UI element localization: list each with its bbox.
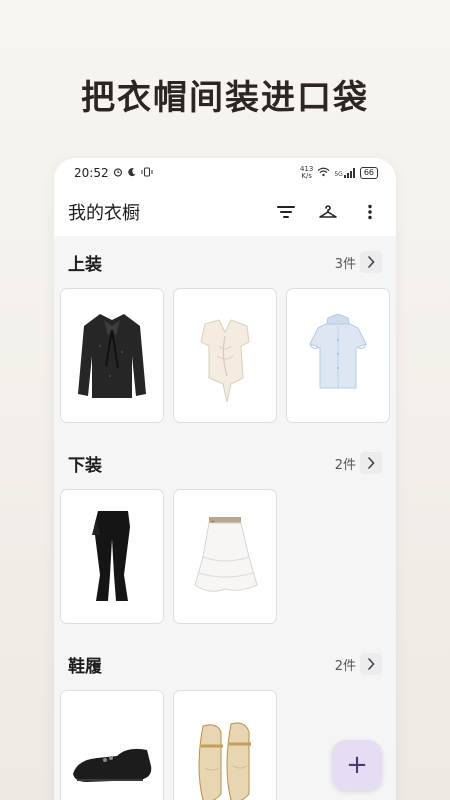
section-title: 鞋履 [68, 656, 102, 677]
section-more-button[interactable]: 2件 [335, 653, 382, 675]
alarm-icon [113, 166, 123, 180]
clothing-card-black-bow-blouse[interactable] [60, 288, 164, 423]
black-bow-blouse-image [78, 313, 146, 398]
chevron-right-icon[interactable] [360, 452, 382, 474]
section-header-bottoms: 下装 2件 [60, 437, 390, 489]
section-count: 2件 [334, 658, 356, 674]
vibrate-icon [141, 166, 153, 180]
wifi-icon [317, 166, 330, 180]
add-item-button[interactable]: + [332, 740, 382, 790]
clothing-card-white-tiered-skirt[interactable] [173, 489, 277, 624]
hanger-icon[interactable] [316, 200, 340, 224]
black-flare-pants-image [92, 510, 130, 601]
phone-frame: 20:52 413 K/s 5G 66 我的衣橱 上装 3件 下装 2件 鞋履 … [54, 158, 396, 800]
chevron-right-icon[interactable] [360, 251, 382, 273]
cream-ruched-top-image [200, 318, 250, 402]
white-tiered-skirt-image [194, 516, 258, 592]
filter-icon[interactable] [274, 200, 298, 224]
net-speed-unit: K/s [301, 172, 312, 180]
wardrobe-content: 上装 3件 下装 2件 鞋履 2件 [54, 236, 396, 800]
section-header-shoes: 鞋履 2件 [60, 638, 390, 690]
signal-icon: 5G [334, 168, 355, 178]
clothing-card-black-flare-pants[interactable] [60, 489, 164, 624]
chevron-right-icon[interactable] [360, 653, 382, 675]
app-bar: 我的衣橱 [54, 188, 396, 236]
more-vertical-icon[interactable] [358, 200, 382, 224]
battery-indicator: 66 [359, 167, 378, 179]
signal-label: 5G [334, 171, 343, 178]
gold-mary-jane-flats-image [198, 722, 251, 800]
plus-icon: + [346, 750, 368, 780]
status-bar: 20:52 413 K/s 5G 66 [54, 158, 396, 188]
black-leather-loafers-image [73, 748, 152, 782]
section-title: 上装 [68, 254, 102, 275]
net-speed: 413 K/s [300, 166, 313, 180]
section-count: 3件 [334, 256, 356, 272]
section-more-button[interactable]: 3件 [335, 251, 382, 273]
light-blue-ruffle-blouse-image [309, 312, 367, 388]
clothing-card-gold-mary-jane-flats[interactable] [173, 690, 277, 800]
moon-icon [127, 166, 137, 180]
clothing-card-cream-ruched-top[interactable] [173, 288, 277, 423]
section-more-button[interactable]: 2件 [335, 452, 382, 474]
section-header-tops: 上装 3件 [60, 236, 390, 288]
clothing-card-light-blue-ruffle-blouse[interactable] [286, 288, 390, 423]
clothing-card-black-leather-loafers[interactable] [60, 690, 164, 800]
promo-headline: 把衣帽间装进口袋 [81, 78, 369, 118]
clothing-grid-tops [60, 288, 390, 423]
page-title: 我的衣橱 [68, 203, 140, 224]
section-title: 下装 [68, 455, 102, 476]
status-time: 20:52 [74, 166, 109, 180]
clothing-grid-bottoms [60, 489, 390, 624]
section-count: 2件 [334, 457, 356, 473]
